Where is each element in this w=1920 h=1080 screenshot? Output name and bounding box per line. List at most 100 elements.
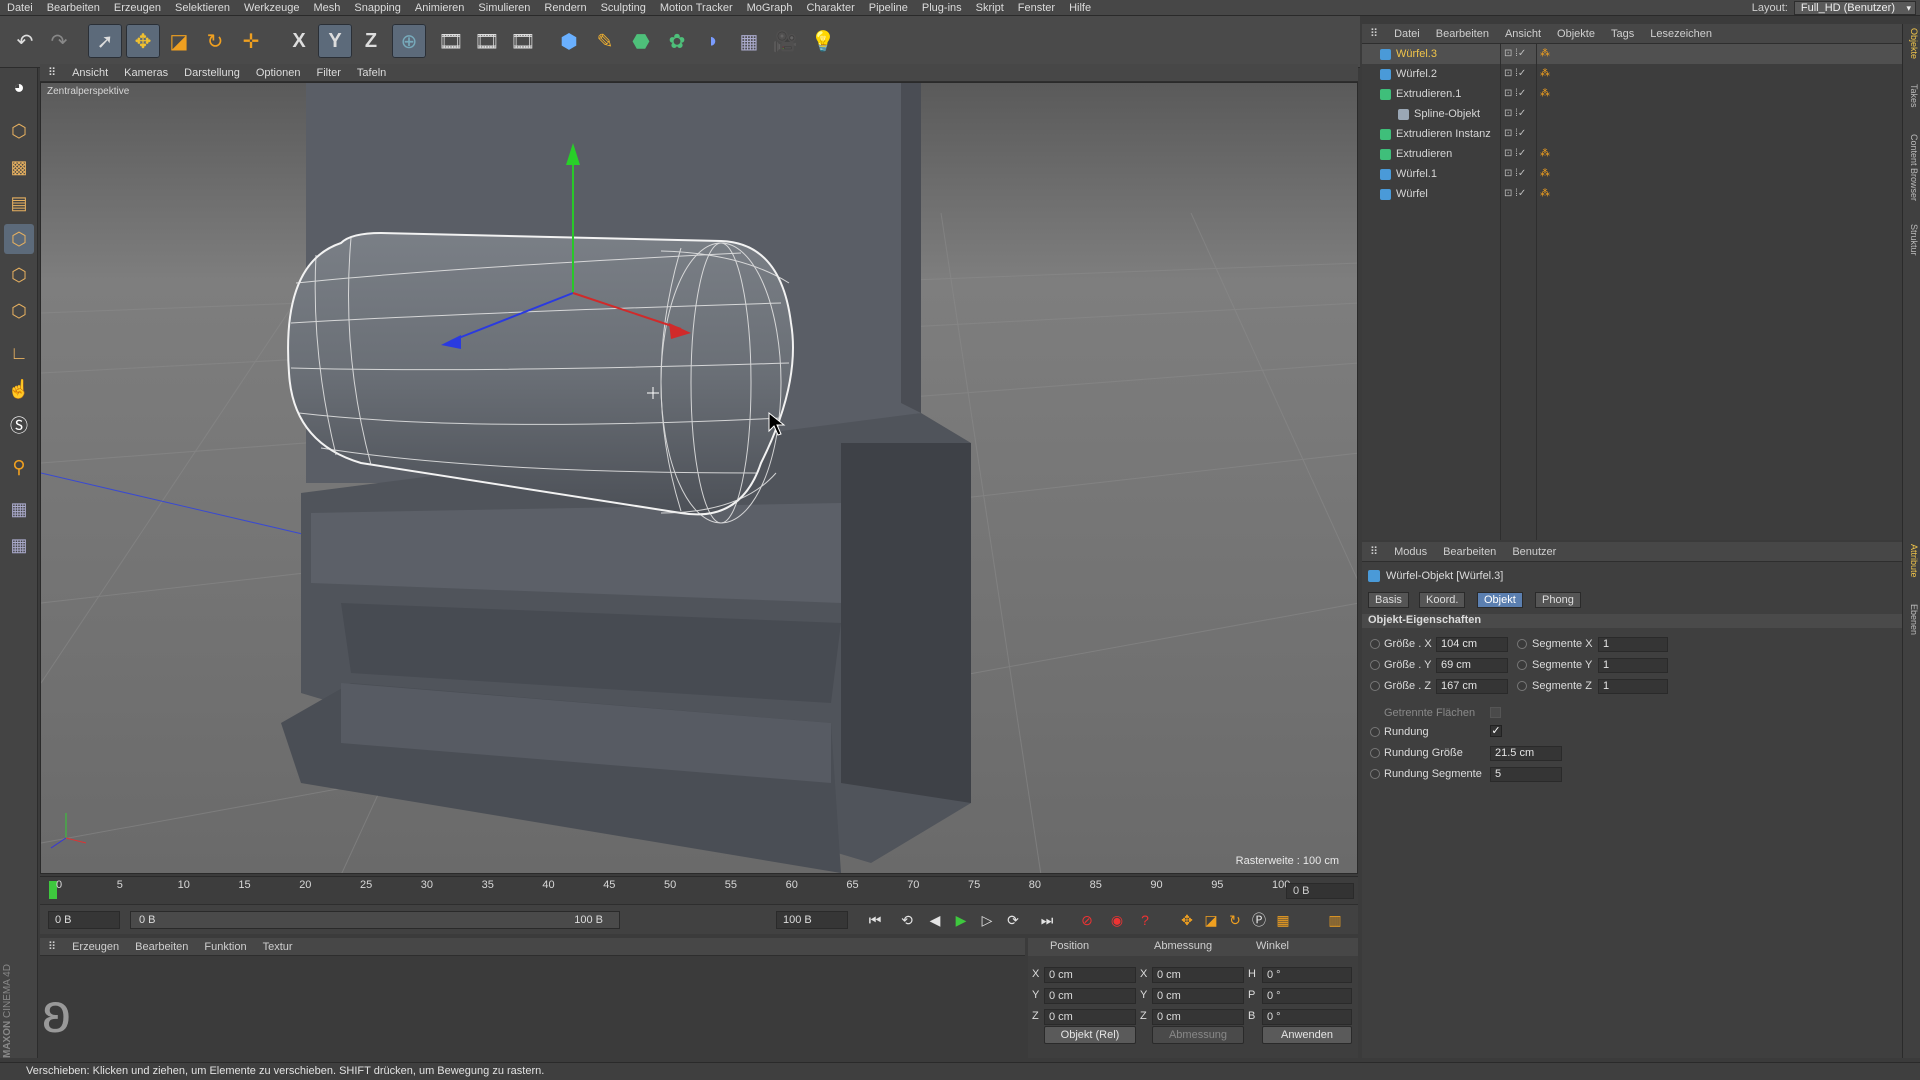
tab-koord[interactable]: Koord. [1419, 592, 1466, 608]
viewport-3d[interactable]: Zentralperspektive Rasterweite : 100 cm [40, 82, 1358, 874]
menu-item-4[interactable]: Werkzeuge [237, 2, 306, 14]
coordinate-system-icon[interactable]: ⊕ [392, 24, 426, 58]
fillet-anim-dot[interactable] [1370, 727, 1380, 737]
fillet-checkbox[interactable]: ✓ [1490, 725, 1502, 737]
angle-field[interactable]: 0 ° [1262, 988, 1352, 1004]
attribute-menu-item[interactable]: Modus [1386, 546, 1435, 558]
play-icon[interactable]: ▶ [950, 910, 972, 930]
key-rotation-icon[interactable]: ↻ [1224, 910, 1246, 930]
select-tool-icon[interactable]: ➚ [88, 24, 122, 58]
grid-lock-icon[interactable]: ▦ [4, 494, 34, 524]
menu-item-8[interactable]: Simulieren [471, 2, 537, 14]
snap-icon[interactable]: Ⓢ [4, 410, 34, 440]
render-view-icon[interactable]: 🎞 [434, 24, 468, 58]
render-settings-icon[interactable]: 🎞 [506, 24, 540, 58]
soft-selection-icon[interactable]: ▦ [4, 530, 34, 560]
visibility-icon[interactable]: ⊡ ⁞✓ [1504, 124, 1526, 144]
object-menu-item[interactable]: Lesezeichen [1642, 28, 1720, 40]
transform-tool-icon[interactable]: ✛ [234, 24, 268, 58]
timeline-ruler[interactable]: 0 5 10 15 20 25 30 35 40 45 50 55 60 65 70 75 80 85 90 95 10… [40, 876, 1358, 904]
goto-end-icon[interactable]: ⏭ [1036, 910, 1058, 930]
menu-item-6[interactable]: Snapping [347, 2, 408, 14]
current-frame-field[interactable]: 0 B [1286, 883, 1354, 899]
size-field[interactable]: 0 cm [1152, 1009, 1244, 1025]
side-tab[interactable]: Takes [1905, 84, 1919, 108]
loop-icon[interactable]: ⟲ [896, 910, 918, 930]
viewport-menu-item[interactable]: Filter [308, 67, 348, 79]
fillet-seg-anim-dot[interactable] [1370, 769, 1380, 779]
menu-item-5[interactable]: Mesh [306, 2, 347, 14]
timeline-window-icon[interactable]: ▥ [1324, 910, 1346, 930]
object-menu-item[interactable]: Objekte [1549, 28, 1603, 40]
attribute-menu-item[interactable]: Benutzer [1504, 546, 1564, 558]
menu-item-17[interactable]: Fenster [1011, 2, 1062, 14]
move-tool-icon[interactable]: ✥ [126, 24, 160, 58]
viewport-menu-item[interactable]: Darstellung [176, 67, 248, 79]
menu-item-15[interactable]: Plug-ins [915, 2, 969, 14]
range-slider[interactable]: 0 B 100 B [130, 911, 620, 929]
menu-item-16[interactable]: Skript [969, 2, 1011, 14]
point-mode-icon[interactable]: ⬡ [4, 224, 34, 254]
visibility-icon[interactable]: ⊡ ⁞✓ [1504, 164, 1526, 184]
object-row[interactable]: Extrudieren ⊡ ⁞✓ ⁂ [1362, 144, 1902, 164]
tab-basis[interactable]: Basis [1368, 592, 1409, 608]
polygon-mode-icon[interactable]: ⬡ [4, 296, 34, 326]
coordinate-mode-dropdown[interactable]: Objekt (Rel) [1044, 1026, 1136, 1044]
object-manager-list[interactable]: Würfel.3 ⊡ ⁞✓ ⁂ Würfel.2 ⊡ ⁞✓ ⁂ Extrudieren.1 ⊡… [1362, 44, 1902, 540]
menu-item-11[interactable]: Motion Tracker [653, 2, 740, 14]
magnet-icon[interactable]: ⚲ [4, 452, 34, 482]
side-tab[interactable]: Content Browser [1905, 134, 1919, 201]
tag-icon[interactable]: ⁂ [1540, 184, 1550, 204]
angle-field[interactable]: 0 ° [1262, 1009, 1352, 1025]
pen-spline-icon[interactable]: ✎ [588, 24, 622, 58]
scale-tool-icon[interactable]: ◪ [162, 24, 196, 58]
key-scale-icon[interactable]: ◪ [1200, 910, 1222, 930]
visibility-icon[interactable]: ⊡ ⁞✓ [1504, 64, 1526, 84]
object-row[interactable]: Extrudieren Instanz ⊡ ⁞✓ [1362, 124, 1902, 144]
light-icon[interactable]: 💡 [806, 24, 840, 58]
object-row[interactable]: Extrudieren.1 ⊡ ⁞✓ ⁂ [1362, 84, 1902, 104]
separate-faces-checkbox[interactable] [1490, 707, 1501, 718]
tag-icon[interactable]: ⁂ [1540, 144, 1550, 164]
visibility-icon[interactable]: ⊡ ⁞✓ [1504, 144, 1526, 164]
subdivision-icon[interactable]: ⬣ [624, 24, 658, 58]
tag-icon[interactable]: ⁂ [1540, 44, 1550, 64]
material-area[interactable] [40, 956, 1025, 1058]
object-row[interactable]: Würfel.3 ⊡ ⁞✓ ⁂ [1362, 44, 1902, 64]
texture-mode-icon[interactable]: ▩ [4, 152, 34, 182]
seg-x-field[interactable]: 1 [1598, 637, 1668, 652]
object-row[interactable]: Spline-Objekt ⊡ ⁞✓ [1362, 104, 1902, 124]
size-mode-dropdown[interactable]: Abmessung [1152, 1026, 1244, 1044]
visibility-icon[interactable]: ⊡ ⁞✓ [1504, 44, 1526, 64]
menu-item-13[interactable]: Charakter [799, 2, 861, 14]
viewport-menu-item[interactable]: Tafeln [349, 67, 394, 79]
attribute-menu-item[interactable]: Bearbeiten [1435, 546, 1504, 558]
make-editable-icon[interactable]: ◕ [4, 72, 34, 102]
next-key-icon[interactable]: ▷ [976, 910, 998, 930]
side-tab[interactable]: Objekte [1905, 28, 1919, 59]
cycle-icon[interactable]: ⟳ [1002, 910, 1024, 930]
menu-item-18[interactable]: Hilfe [1062, 2, 1098, 14]
object-menu-item[interactable]: Datei [1386, 28, 1428, 40]
material-menu-item[interactable]: Textur [255, 941, 301, 953]
redo-icon[interactable]: ↷ [42, 24, 76, 58]
edge-mode-icon[interactable]: ⬡ [4, 260, 34, 290]
visibility-icon[interactable]: ⊡ ⁞✓ [1504, 84, 1526, 104]
seg-x-anim-dot[interactable] [1517, 639, 1527, 649]
object-menu-item[interactable]: Ansicht [1497, 28, 1549, 40]
tag-icon[interactable]: ⁂ [1540, 164, 1550, 184]
side-tab[interactable]: Struktur [1905, 224, 1919, 256]
fillet-seg-field[interactable]: 5 [1490, 767, 1562, 782]
model-mode-icon[interactable]: ⬡ [4, 116, 34, 146]
undo-icon[interactable]: ↶ [8, 24, 42, 58]
menu-item-9[interactable]: Rendern [537, 2, 593, 14]
layout-dropdown[interactable]: Full_HD (Benutzer) [1793, 1, 1916, 15]
size-y-field[interactable]: 69 cm [1436, 658, 1508, 673]
side-tab[interactable]: Ebenen [1905, 604, 1919, 635]
position-field[interactable]: 0 cm [1044, 988, 1136, 1004]
fillet-size-anim-dot[interactable] [1370, 748, 1380, 758]
record-keyframe-icon[interactable]: ⊘ [1076, 910, 1098, 930]
object-menu-item[interactable]: Bearbeiten [1428, 28, 1497, 40]
menu-item-7[interactable]: Animieren [408, 2, 472, 14]
axis-y-lock[interactable]: Y [318, 24, 352, 58]
